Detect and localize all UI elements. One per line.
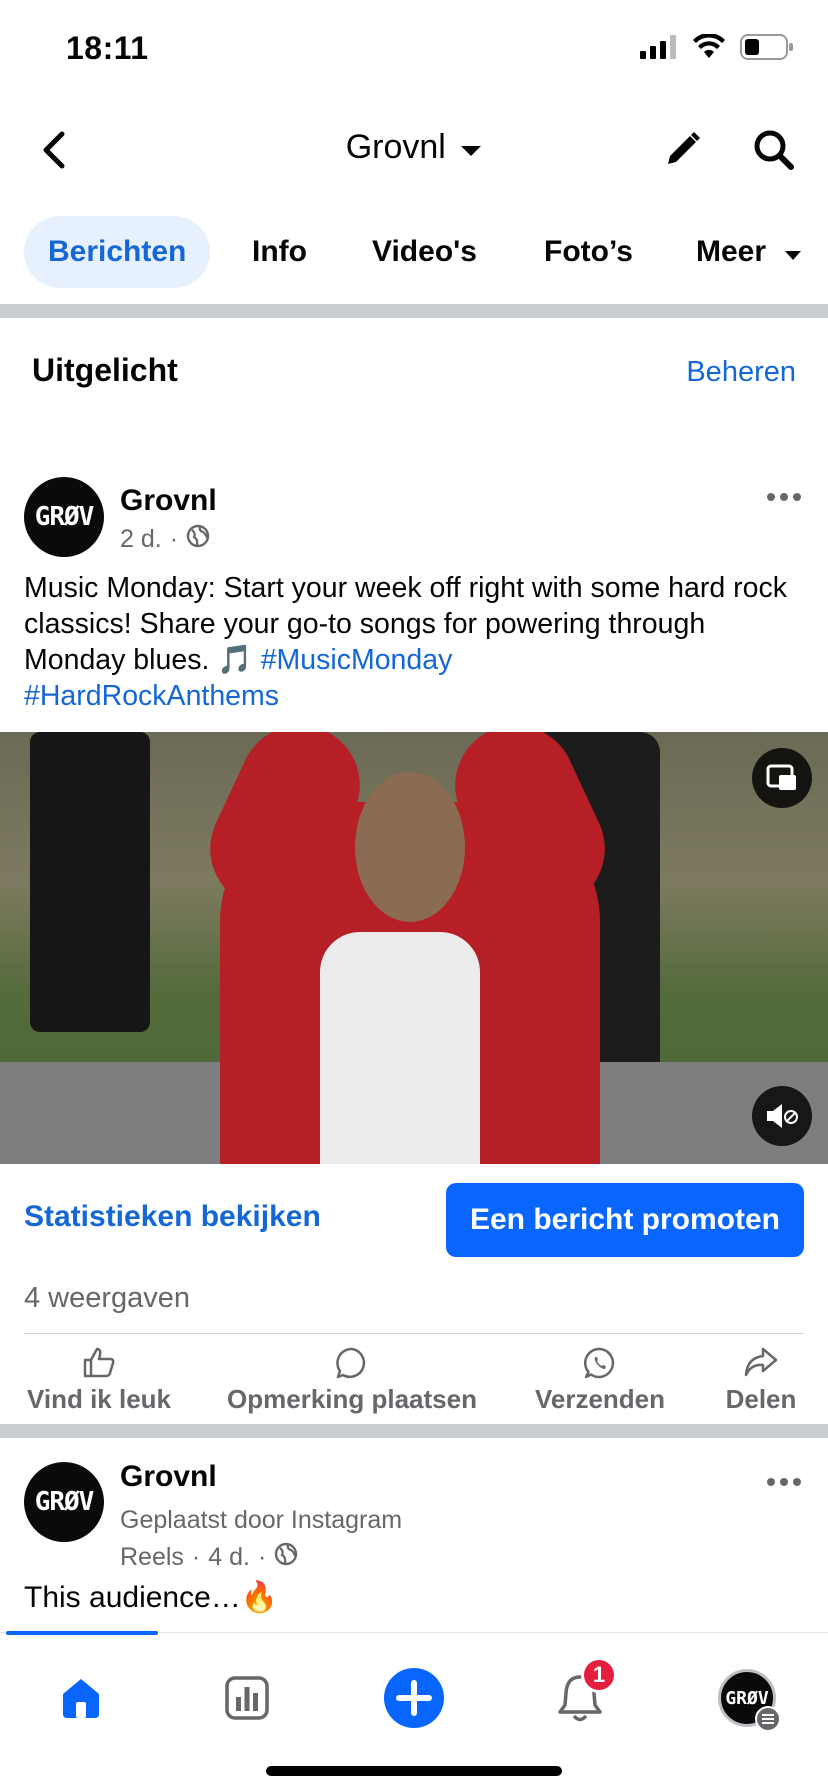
share-label: Delen [725, 1384, 797, 1414]
profile-avatar: GRØV [718, 1669, 781, 1732]
post-meta: Reels · 4 d. · [120, 1542, 298, 1573]
video-frame-shape [355, 772, 465, 922]
divider [24, 1333, 804, 1334]
status-time: 18:11 [66, 30, 149, 66]
more-dot [793, 493, 801, 501]
post-author[interactable]: Grovnl [120, 1460, 217, 1494]
tab-berichten[interactable]: Berichten [24, 216, 211, 288]
comment-label: Opmerking plaatsen [227, 1384, 477, 1414]
whatsapp-icon [530, 1346, 670, 1380]
post-meta: 2 d. · [120, 524, 210, 555]
section-divider [0, 304, 828, 318]
edit-button[interactable] [656, 124, 708, 176]
meta-separator: · [257, 1543, 267, 1571]
more-dot [780, 1478, 788, 1486]
wifi-icon [692, 33, 726, 65]
send-whatsapp-button[interactable]: Verzenden [530, 1346, 670, 1416]
section-divider [0, 1424, 828, 1438]
pencil-icon [668, 132, 700, 164]
nav-home[interactable] [46, 1663, 116, 1733]
home-icon [63, 1679, 99, 1718]
post-video[interactable] [0, 732, 828, 1164]
globe-icon [274, 1542, 298, 1573]
thumbs-up-icon [24, 1346, 174, 1380]
share-button[interactable]: Delen [716, 1346, 806, 1416]
more-dot [767, 1478, 775, 1486]
page-tabs: Berichten Info Video's Foto’s Meer [0, 214, 828, 290]
avatar[interactable]: GRØV [24, 477, 104, 557]
avatar[interactable]: GRØV [24, 1462, 104, 1542]
status-icons [640, 33, 794, 65]
speaker-muted-icon [767, 1104, 798, 1128]
share-arrow-icon [716, 1346, 806, 1380]
send-label: Verzenden [534, 1384, 666, 1414]
picture-in-picture-icon [766, 764, 796, 790]
post-text: This audience…🔥 [24, 1581, 279, 1614]
page-title: Grovnl [345, 128, 446, 166]
nav-create[interactable] [379, 1663, 449, 1733]
comment-icon [222, 1346, 482, 1380]
caret-down-icon [784, 217, 802, 289]
home-indicator [266, 1766, 562, 1776]
menu-icon [755, 1706, 781, 1732]
view-insights-link[interactable]: Statistieken bekijken [24, 1200, 321, 1234]
post-source: Geplaatst door Instagram [120, 1506, 403, 1534]
hashtag-link[interactable]: #HardRockAnthems [24, 680, 279, 712]
like-label: Vind ik leuk [26, 1384, 171, 1414]
like-button[interactable]: Vind ik leuk [24, 1346, 174, 1416]
caret-down-icon [460, 144, 482, 163]
tab-label: Video's [372, 235, 477, 268]
comment-button[interactable]: Opmerking plaatsen [222, 1346, 482, 1416]
bar-chart-icon [225, 1676, 269, 1720]
meta-separator: · [191, 1543, 201, 1571]
plus-icon [384, 1668, 444, 1728]
hashtag-link[interactable]: #MusicMonday [261, 644, 453, 676]
meta-separator: · [169, 525, 179, 553]
page-header: Grovnl [0, 100, 828, 200]
battery-icon [740, 34, 794, 65]
post-options-button[interactable] [760, 1466, 808, 1498]
post-time: 4 d. [208, 1543, 250, 1571]
view-count: 4 weergaven [24, 1282, 191, 1314]
more-dot [767, 493, 775, 501]
featured-heading: Uitgelicht [32, 352, 178, 388]
post-text: Music Monday: Start your week off right … [24, 570, 804, 714]
promote-post-button[interactable]: Een bericht promoten [446, 1183, 804, 1257]
tab-label: Berichten [48, 235, 187, 268]
nav-notifications[interactable]: 1 [545, 1657, 617, 1733]
post-options-button[interactable] [760, 481, 808, 513]
cellular-signal-icon [640, 35, 678, 64]
avatar-text: GRØV [34, 1487, 95, 1517]
tab-info[interactable]: Info [252, 216, 307, 288]
tab-label: Info [252, 235, 307, 268]
tab-more[interactable]: Meer [696, 216, 802, 288]
notification-badge: 1 [581, 1657, 617, 1693]
video-frame-shape [320, 932, 480, 1164]
search-button[interactable] [748, 124, 800, 176]
nav-insights[interactable] [212, 1663, 282, 1733]
mute-button[interactable] [752, 1086, 812, 1146]
post-time: 2 d. [120, 525, 162, 553]
post-type: Reels [120, 1543, 184, 1571]
avatar-text: GRØV [725, 1687, 769, 1709]
tab-label: Meer [696, 235, 767, 268]
manage-link[interactable]: Beheren [686, 356, 796, 389]
status-bar: 18:11 [0, 0, 828, 100]
active-tab-indicator [6, 1631, 158, 1635]
more-dot [780, 493, 788, 501]
search-icon [754, 130, 794, 170]
nav-profile[interactable]: GRØV [712, 1663, 782, 1733]
tab-label: Foto’s [544, 235, 633, 268]
globe-icon [186, 524, 210, 555]
picture-in-picture-button[interactable] [752, 748, 812, 808]
post-author[interactable]: Grovnl [120, 484, 217, 518]
tab-photos[interactable]: Foto’s [544, 216, 633, 288]
more-dot [793, 1478, 801, 1486]
video-frame-shape [30, 732, 150, 1032]
avatar-text: GRØV [34, 502, 95, 532]
tab-videos[interactable]: Video's [372, 216, 477, 288]
